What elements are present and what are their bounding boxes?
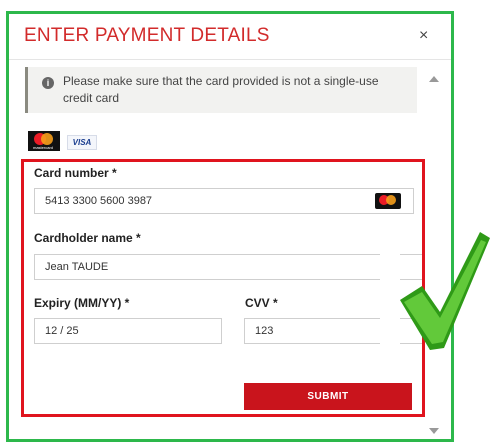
cardholder-name-input[interactable]: Jean TAUDE: [34, 254, 422, 280]
checkmark-icon: [380, 230, 490, 358]
cvv-label: CVV *: [245, 296, 278, 310]
mastercard-logo-icon: mastercard: [28, 131, 60, 151]
notice-text: Please make sure that the card provided …: [63, 74, 379, 105]
expiry-input[interactable]: 12 / 25: [34, 318, 222, 344]
info-icon: i: [42, 77, 54, 89]
expiry-label: Expiry (MM/YY) *: [34, 296, 130, 310]
visa-logo-icon: VISA: [67, 135, 97, 150]
mastercard-icon: [375, 193, 401, 209]
expiry-value: 12 / 25: [45, 325, 79, 337]
modal-header: ENTER PAYMENT DETAILS ×: [9, 14, 451, 60]
card-number-input[interactable]: 5413 3300 5600 3987: [34, 188, 414, 214]
notice-box: i Please make sure that the card provide…: [25, 67, 417, 113]
submit-button[interactable]: SUBMIT: [244, 383, 412, 410]
modal-title: ENTER PAYMENT DETAILS: [24, 25, 270, 46]
scroll-down-arrow-icon[interactable]: [429, 428, 439, 434]
card-number-label: Card number *: [34, 166, 117, 180]
cvv-value: 123: [255, 325, 274, 337]
card-number-value: 5413 3300 5600 3987: [45, 195, 153, 207]
cardholder-name-value: Jean TAUDE: [45, 261, 109, 273]
card-form: Card number * 5413 3300 5600 3987 Cardho…: [21, 159, 425, 417]
scroll-up-arrow-icon[interactable]: [429, 76, 439, 82]
close-icon[interactable]: ×: [419, 27, 428, 45]
cardholder-name-label: Cardholder name *: [34, 231, 141, 245]
